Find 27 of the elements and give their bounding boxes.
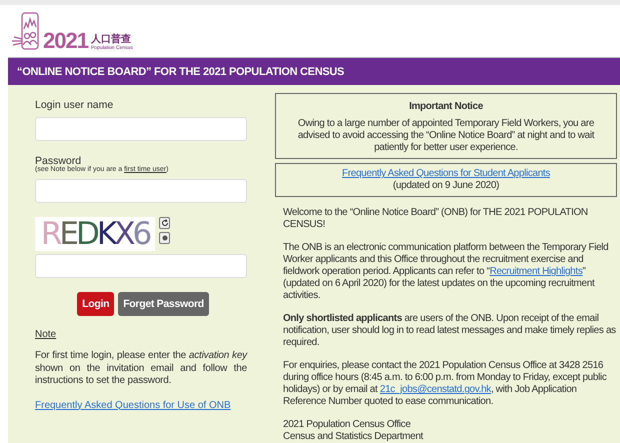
logo-year: 2021 — [43, 31, 88, 51]
inline-link[interactable]: Recruitment Highlights — [490, 266, 582, 277]
notice-paragraph: For enquiries, please contact the 2021 Population Census Office at 3428 2516 during office hours (8:45 a.m. to 6:00 p.m. from Monday to Friday, except public holidays) or by email at 21c_jobs@censtatd.gov.hk, with Job Application Reference Number quoted to ease communication. — [283, 360, 608, 408]
notice-paragraph: Only shortlisted applicants are users of the ONB. Upon receipt of the email notification, user should log in to read latest messages and make timely replies as required. — [283, 313, 617, 349]
password-field[interactable] — [35, 179, 247, 203]
field-label: Login user name — [35, 99, 114, 111]
logo-chinese-title: 人口普查 — [90, 34, 132, 45]
username-field[interactable] — [35, 117, 247, 141]
audio-icon[interactable] — [159, 232, 170, 244]
notice-title: Important Notice — [408, 101, 484, 113]
captcha-image: REDKX6 — [35, 217, 155, 251]
login-button[interactable]: Login — [77, 292, 114, 316]
office-signature: 2021 Population Census Office Census and Statistics Department — [283, 419, 424, 443]
note-heading: Note — [35, 329, 58, 340]
notice-paragraph: The ONB is an electronic communication platform between the Temporary Field Worker applicants and this Office throughout the recruitment exercise and fieldwork operation period. Applicants can refer to “Recruitment Highlights” (updated on 6 April 2020) for the latest updates on the upcoming recruitment activities. — [283, 242, 610, 302]
forget-password-button[interactable]: Forget Password — [118, 292, 209, 316]
note-text: For first time login, please enter the activation key shown on the invitation email and follow the instructions to set the password. — [35, 350, 247, 388]
field-label: Password — [35, 155, 82, 167]
inline-link[interactable]: 21c_jobs@censtatd.gov.hk — [380, 384, 491, 395]
notice-paragraph: Welcome to the “Online Notice Board” (ONB) for THE 2021 POPULATION CENSUS! — [283, 207, 589, 231]
refresh-icon[interactable] — [159, 217, 170, 229]
faq-link[interactable]: Frequently Asked Questions for Student Applicants — [342, 168, 550, 179]
notice-text: Owing to a large number of appointed Temporary Field Workers, you are advised to avoid accessing the “Online Notice Board” at night and to wait patiently for better user experience. — [296, 118, 596, 154]
page-title-bar: “ONLINE NOTICE BOARD” FOR THE 2021 POPULATION CENSUS — [8, 57, 620, 85]
update-date: (updated on 9 June 2020) — [392, 180, 500, 192]
captcha-field[interactable] — [35, 254, 247, 278]
faq-link[interactable]: Frequently Asked Questions for Use of ONB — [35, 400, 247, 410]
